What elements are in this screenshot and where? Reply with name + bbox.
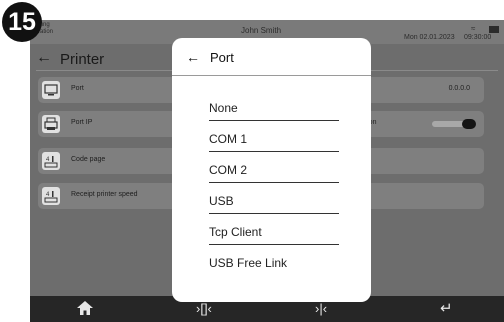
- option-divider: [209, 120, 339, 121]
- option-label: COM 2: [209, 163, 248, 177]
- option-divider: [209, 182, 339, 183]
- keypad-icon: 4: [42, 152, 60, 170]
- option-label: None: [209, 101, 238, 115]
- barcode-scan-out-icon[interactable]: ›|‹: [315, 300, 327, 318]
- option-usb-free-link[interactable]: USB Free Link: [209, 251, 339, 275]
- dialog-title: Port: [210, 50, 234, 65]
- barcode-scan-in-icon[interactable]: ›[]‹: [196, 300, 212, 318]
- arrow-left-icon[interactable]: ←: [36, 50, 52, 66]
- page-title: Printer: [60, 51, 105, 68]
- row-label: Port: [71, 85, 84, 92]
- option-tcp-client[interactable]: Tcp Client: [209, 220, 339, 245]
- option-label: USB Free Link: [209, 256, 288, 270]
- toggle-knob: [462, 119, 476, 129]
- battery-icon: [489, 26, 499, 33]
- svg-text:4: 4: [46, 157, 50, 163]
- enter-icon[interactable]: ↵: [440, 300, 453, 318]
- option-com2[interactable]: COM 2: [209, 158, 339, 183]
- printer-icon: [42, 115, 60, 133]
- row-value: 0.0.0.0: [448, 85, 470, 92]
- option-label: USB: [209, 194, 234, 208]
- svg-text:4: 4: [46, 192, 50, 198]
- arrow-left-icon[interactable]: ←: [186, 50, 200, 64]
- status-date: Mon 02.01.2023: [404, 34, 455, 41]
- option-divider: [209, 244, 339, 245]
- dialog-header-divider: [172, 75, 371, 76]
- status-time: 09:30:00: [464, 34, 492, 41]
- option-label: COM 1: [209, 132, 248, 146]
- row-label: Port IP: [71, 119, 93, 126]
- port-select-dialog: ← Port None COM 1 COM 2 USB Tcp Client U…: [172, 38, 371, 302]
- step-number-badge: 15: [2, 2, 42, 42]
- wifi-icon: ≈: [471, 24, 476, 33]
- keypad-icon: 4: [42, 187, 60, 205]
- row-label: Code page: [71, 156, 106, 163]
- home-icon[interactable]: [76, 300, 94, 321]
- row-label: Receipt printer speed: [71, 191, 138, 198]
- option-divider: [209, 213, 339, 214]
- option-com1[interactable]: COM 1: [209, 127, 339, 152]
- option-usb[interactable]: USB: [209, 189, 339, 214]
- option-divider: [209, 151, 339, 152]
- option-label: Tcp Client: [209, 225, 262, 239]
- connection-toggle[interactable]: [432, 119, 476, 129]
- status-user-name: John Smith: [241, 26, 282, 35]
- monitor-icon: [42, 81, 60, 99]
- option-none[interactable]: None: [209, 96, 339, 121]
